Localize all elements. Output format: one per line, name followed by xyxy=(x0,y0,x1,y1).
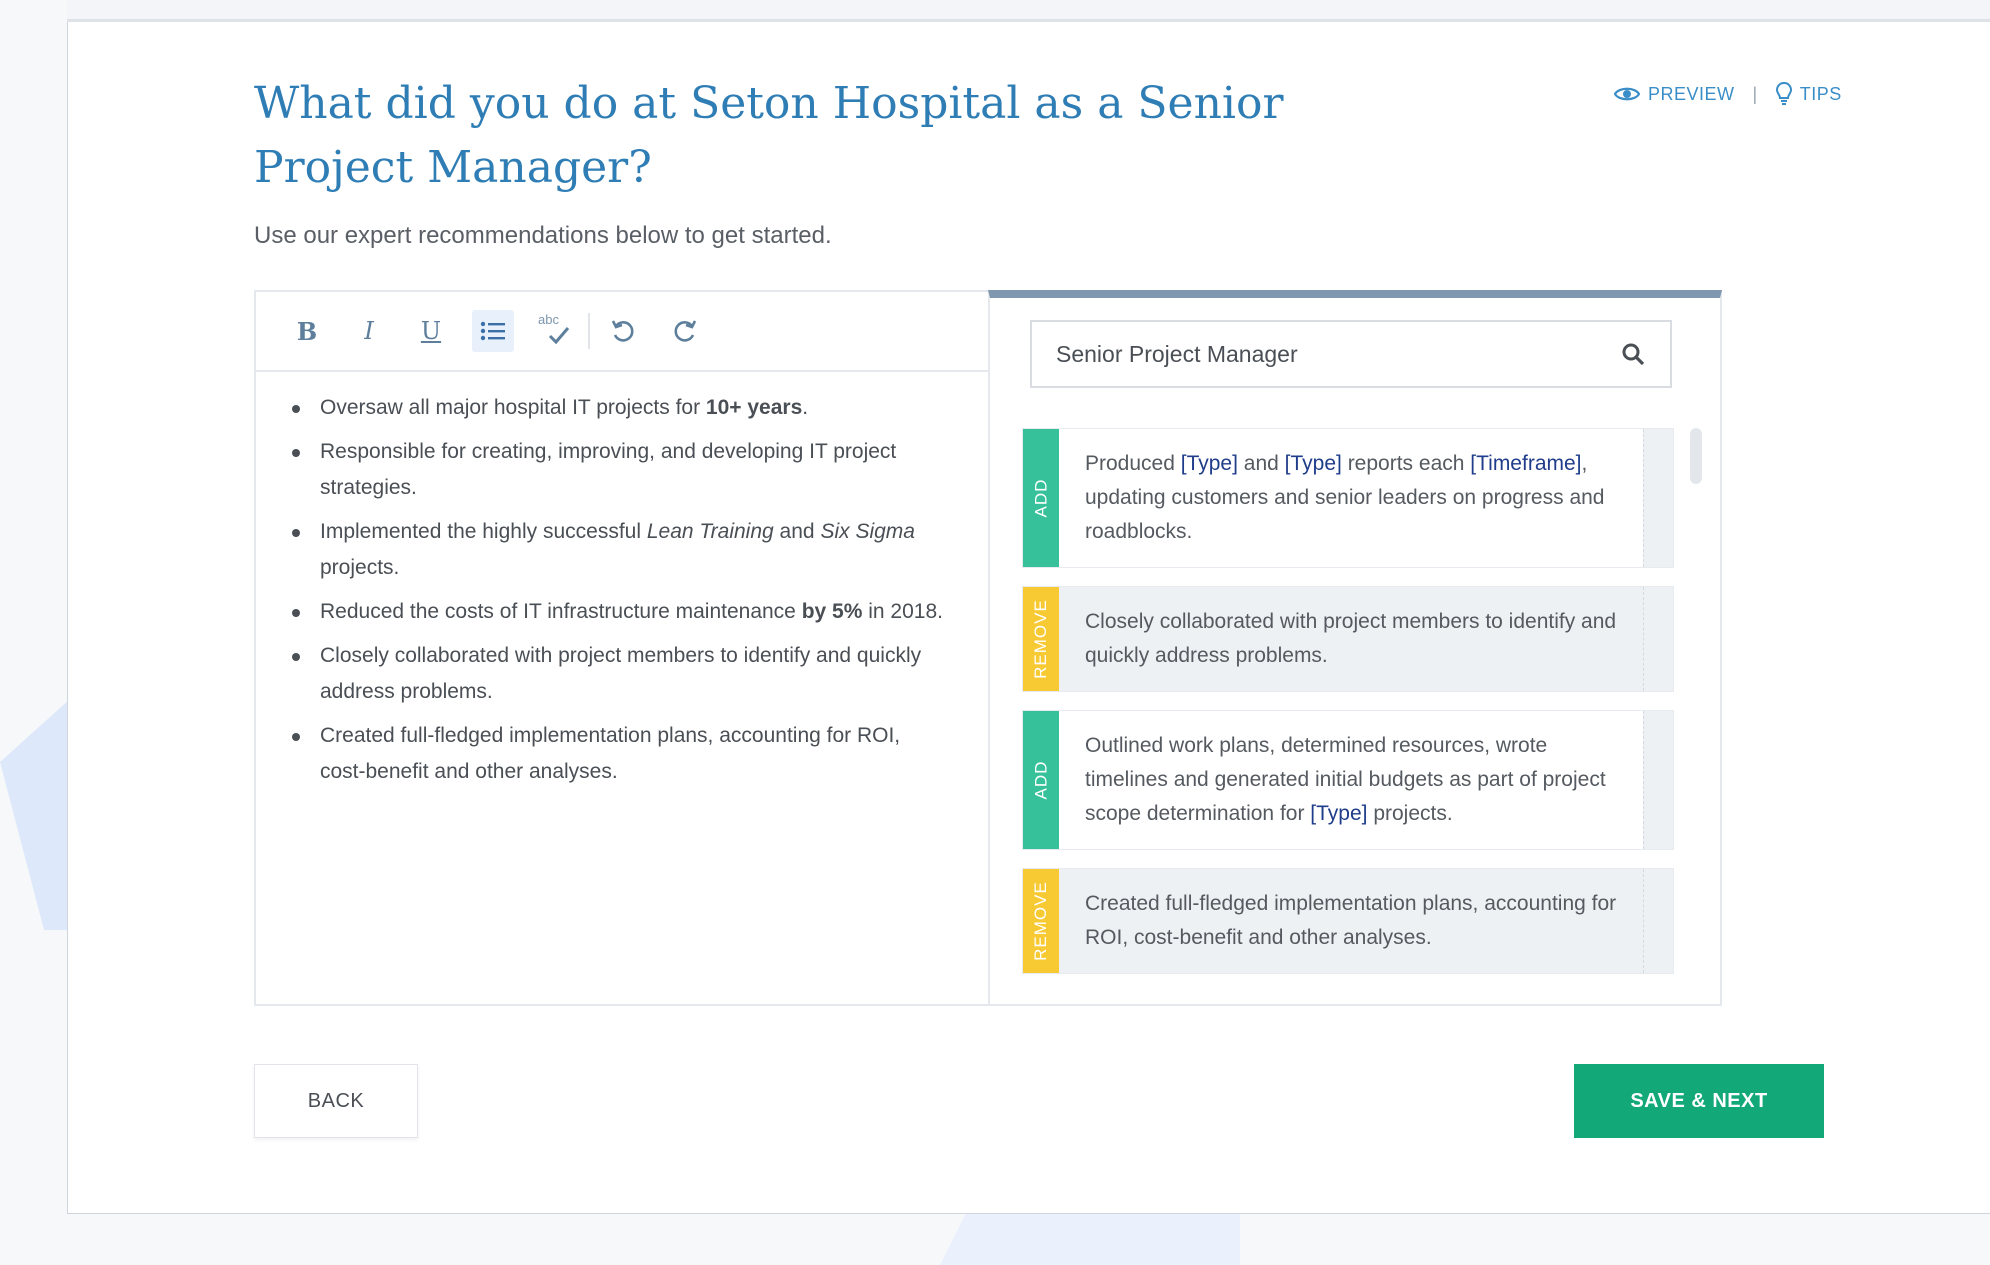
bold-icon: B xyxy=(296,316,318,346)
drag-handle[interactable] xyxy=(1643,869,1673,973)
save-next-button[interactable]: SAVE & NEXT xyxy=(1574,1064,1824,1138)
suggestion-list: ADD Produced [Type] and [Type] reports ea… xyxy=(1022,428,1674,992)
remove-tag-button[interactable]: REMOVE xyxy=(1023,869,1059,973)
undo-icon xyxy=(611,320,634,342)
undo-button[interactable] xyxy=(602,310,644,352)
text-segment: in 2018. xyxy=(862,600,943,623)
top-strip xyxy=(67,0,1990,22)
bullet-item: Created full-fledged implementation plan… xyxy=(290,718,948,790)
text-segment: Lean Training xyxy=(646,520,774,543)
bullet-item: Closely collaborated with project member… xyxy=(290,638,948,710)
tag-label: ADD xyxy=(1031,478,1050,518)
underline-icon: U xyxy=(420,317,442,345)
tag-label: REMOVE xyxy=(1031,599,1050,679)
placeholder-token: [Type] xyxy=(1310,802,1368,825)
text-segment: Closely collaborated with project member… xyxy=(1085,610,1617,667)
tag-label: ADD xyxy=(1031,760,1050,800)
link-separator: | xyxy=(1752,83,1758,104)
toolbar-divider xyxy=(588,313,590,349)
lightbulb-icon xyxy=(1775,82,1792,105)
text-segment: reports each xyxy=(1341,452,1471,475)
suggestion-text: Produced [Type] and [Type] reports each … xyxy=(1059,429,1643,567)
add-tag-button[interactable]: ADD xyxy=(1023,711,1059,849)
tag-label: REMOVE xyxy=(1031,881,1050,961)
page-title: What did you do at Seton Hospital as a S… xyxy=(254,78,1284,193)
editor-toolbar: B I U abc xyxy=(256,292,988,372)
text-editor[interactable]: B I U abc Oversaw all major hospital IT … xyxy=(254,290,988,1006)
tips-label: TIPS xyxy=(1799,83,1842,104)
spellcheck-icon: abc xyxy=(538,312,572,348)
text-segment: and xyxy=(773,520,821,543)
suggestion-text: Closely collaborated with project member… xyxy=(1059,587,1643,691)
bold-button[interactable]: B xyxy=(286,310,328,352)
suggestions-panel: ADD Produced [Type] and [Type] reports ea… xyxy=(988,290,1722,1006)
bullet-list-button[interactable] xyxy=(472,310,514,352)
scrollbar[interactable] xyxy=(1690,428,1702,484)
drag-handle[interactable] xyxy=(1643,711,1673,849)
bullet-item: Oversaw all major hospital IT projects f… xyxy=(290,390,948,426)
top-links: PREVIEW | TIPS xyxy=(1614,74,1842,114)
text-segment: Implemented the highly successful xyxy=(320,520,647,543)
tips-link[interactable]: TIPS xyxy=(1775,82,1842,106)
back-button[interactable]: BACK xyxy=(254,1064,418,1138)
content-card: What did you do at Seton Hospital as a S… xyxy=(67,22,1990,1214)
italic-icon: I xyxy=(364,317,374,345)
redo-button[interactable] xyxy=(664,310,706,352)
search-icon[interactable] xyxy=(1620,341,1646,367)
text-segment: Closely collaborated with project member… xyxy=(320,644,922,703)
remove-tag-button[interactable]: REMOVE xyxy=(1023,587,1059,691)
text-segment: Reduced the costs of IT infrastructure m… xyxy=(320,600,802,623)
search-box[interactable] xyxy=(1030,320,1672,388)
background-shape xyxy=(940,1205,1240,1265)
suggestion-item[interactable]: ADD Outlined work plans, determined resou… xyxy=(1022,710,1674,850)
text-segment: projects. xyxy=(1367,802,1453,825)
spellcheck-button[interactable]: abc xyxy=(534,310,576,352)
suggestion-text: Outlined work plans, determined resource… xyxy=(1059,711,1643,849)
bullet-list: Oversaw all major hospital IT projects f… xyxy=(290,390,948,790)
text-segment: 10+ years xyxy=(705,396,803,419)
suggestion-item[interactable]: REMOVE Created full-fledged implementatio… xyxy=(1022,868,1674,974)
suggestion-text: Created full-fledged implementation plan… xyxy=(1059,869,1643,973)
redo-icon xyxy=(674,320,697,342)
add-tag-button[interactable]: ADD xyxy=(1023,429,1059,567)
preview-link[interactable]: PREVIEW xyxy=(1614,84,1735,105)
text-segment: and xyxy=(1237,452,1285,475)
text-segment: projects. xyxy=(320,556,400,579)
search-input[interactable] xyxy=(1056,340,1620,368)
bullet-item: Implemented the highly successful Lean T… xyxy=(290,514,948,586)
drag-handle[interactable] xyxy=(1643,429,1673,567)
suggestion-item[interactable]: ADD Produced [Type] and [Type] reports ea… xyxy=(1022,428,1674,568)
placeholder-token: [Type] xyxy=(1284,452,1342,475)
placeholder-token: [Type] xyxy=(1180,452,1238,475)
text-segment: . xyxy=(802,396,809,419)
text-segment: by 5% xyxy=(801,600,863,623)
text-segment: Responsible for creating, improving, and… xyxy=(320,440,897,499)
editor-content[interactable]: Oversaw all major hospital IT projects f… xyxy=(256,372,988,790)
text-segment: Six Sigma xyxy=(820,520,915,543)
preview-label: PREVIEW xyxy=(1648,83,1735,104)
italic-button[interactable]: I xyxy=(348,310,390,352)
text-segment: Created full-fledged implementation plan… xyxy=(320,724,901,783)
text-segment: Created full-fledged implementation plan… xyxy=(1085,892,1617,949)
drag-handle[interactable] xyxy=(1643,587,1673,691)
page-subtitle: Use our expert recommendations below to … xyxy=(254,222,832,249)
underline-button[interactable]: U xyxy=(410,310,452,352)
bullet-item: Responsible for creating, improving, and… xyxy=(290,434,948,506)
text-segment: Oversaw all major hospital IT projects f… xyxy=(320,396,706,419)
eye-icon xyxy=(1614,87,1640,101)
placeholder-token: [Timeframe] xyxy=(1470,452,1582,475)
bullet-list-icon xyxy=(480,321,505,341)
suggestion-item[interactable]: REMOVE Closely collaborated with project … xyxy=(1022,586,1674,692)
bullet-item: Reduced the costs of IT infrastructure m… xyxy=(290,594,948,630)
text-segment: Produced xyxy=(1085,452,1181,475)
